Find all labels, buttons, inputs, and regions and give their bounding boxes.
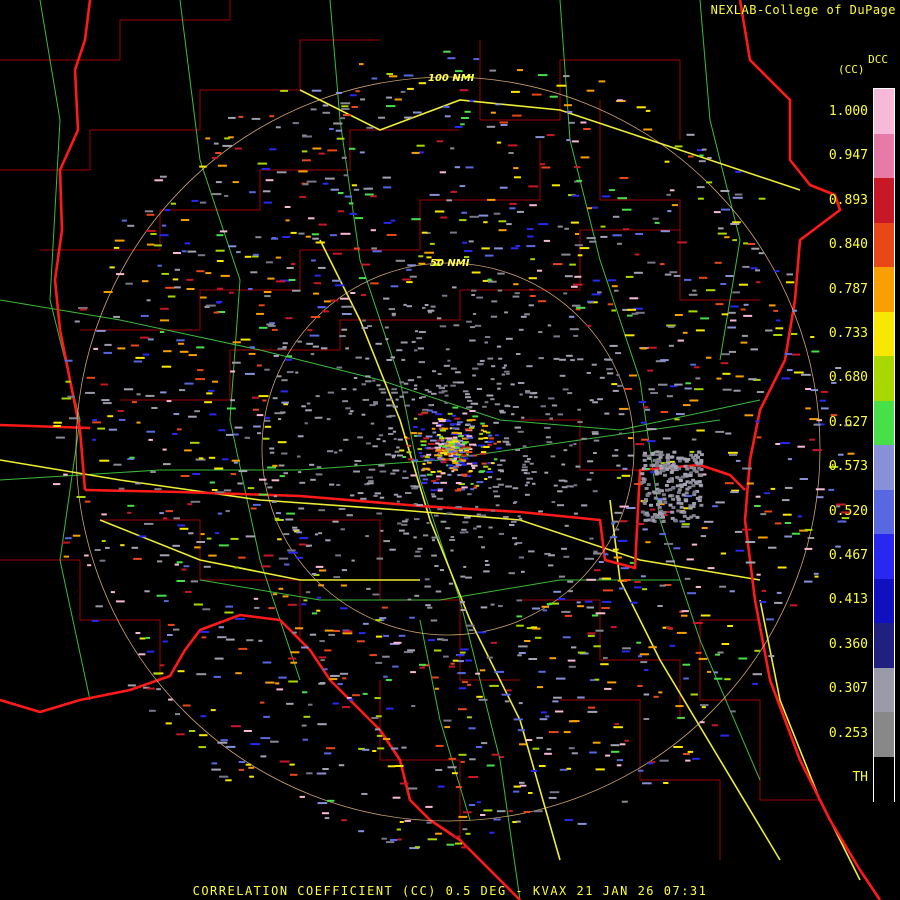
legend-swatch [874,712,894,757]
highways [0,89,861,881]
legend-swatch [874,133,894,179]
legend-tick-label: 0.733 [828,326,868,341]
radar-map [0,0,882,900]
legend-swatch [874,578,894,624]
range-ring-50-label: 50 NMI [430,258,470,269]
legend-tick-label: 0.520 [828,503,868,519]
legend-swatch [874,756,894,802]
legend-swatch [874,178,894,223]
color-legend [873,88,895,802]
legend-swatch [874,267,894,312]
legend-tick-label: 0.787 [828,281,868,297]
credit-text: NEXLAB-College of DuPage [710,3,896,17]
roads [0,0,761,900]
legend-swatch [874,534,894,579]
legend-swatch [874,311,894,357]
legend-units: (CC) [838,63,865,76]
legend-tick-label: 0.680 [828,370,868,386]
legend-swatch [874,400,894,446]
legend-swatch [874,623,894,668]
legend-tick-label: 0.893 [828,192,868,208]
legend-tick-label: 0.573 [828,459,868,475]
radar-echoes [53,50,855,850]
legend-swatch [874,89,894,134]
legend-swatch [874,489,894,535]
legend-tick-label: 0.627 [828,414,868,430]
legend-tick-label: 0.947 [828,148,868,164]
legend-tick-label: 0.307 [828,681,868,697]
legend-swatch [874,222,894,268]
legend-tick-label: 0.253 [828,725,868,741]
legend-tick-label: 0.840 [828,237,868,253]
legend-tick-label: TH [852,770,868,785]
legend-swatch [874,356,894,401]
product-footer: CORRELATION COEFFICIENT (CC) 0.5 DEG - K… [192,884,708,898]
legend-tick-label: 0.360 [828,636,868,652]
legend-swatch [874,445,894,490]
legend-tick-label: 1.000 [828,104,868,119]
range-ring-100-label: 100 NMI [428,73,475,84]
legend-tick-label: 0.413 [828,592,868,608]
product-code: DCC [868,53,888,66]
legend-tick-label: 0.467 [828,548,868,563]
nexlab-credit: NEXLAB-College of DuPage [711,3,896,17]
legend-swatch [874,667,894,713]
